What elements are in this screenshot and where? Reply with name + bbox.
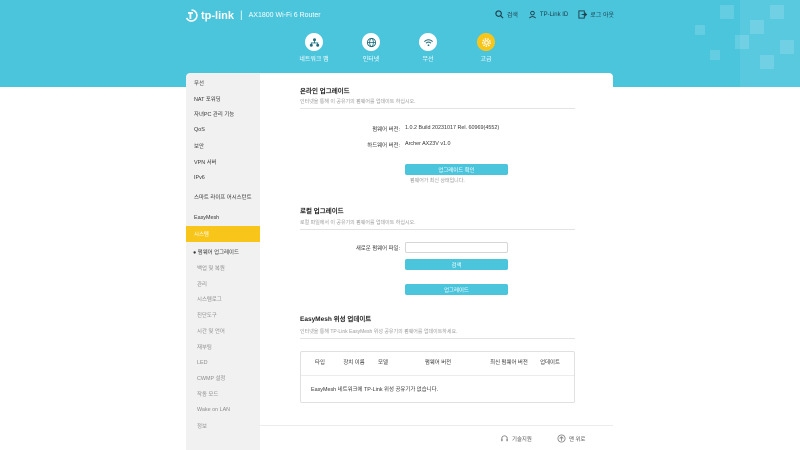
footer: 기술지원 맨 위로 bbox=[260, 425, 613, 450]
sidebar-subitem-system-log[interactable]: 시스템로그 bbox=[186, 292, 260, 308]
user-cloud-icon bbox=[528, 10, 536, 19]
sidebar-subitem-diagnostics[interactable]: 진단도구 bbox=[186, 307, 260, 323]
easymesh-update-title: EasyMesh 위성 업데이트 bbox=[300, 316, 372, 323]
check-upgrade-button[interactable]: 업그레이드 확인 bbox=[405, 164, 508, 175]
hardware-version-value: Archer AX23V v1.0 bbox=[405, 141, 451, 147]
column-header-firmware-version: 펌웨어 버전 bbox=[424, 360, 452, 367]
firmware-file-input[interactable] bbox=[405, 242, 508, 253]
sidebar-item-security[interactable]: 보안 bbox=[186, 138, 260, 154]
headset-icon bbox=[501, 435, 508, 442]
tplink-id-action[interactable]: TP-Link ID bbox=[528, 10, 568, 19]
column-header-device-name: 장치 이름 bbox=[343, 360, 365, 367]
router-model: AX1800 Wi-Fi 6 Router bbox=[248, 12, 321, 19]
sidebar-subitem-firmware-upgrade[interactable]: ● 펌웨어 업그레이드 bbox=[186, 244, 260, 260]
tplink-id-label: TP-Link ID bbox=[539, 11, 569, 18]
easymesh-update-desc: 인터넷을 통해 TP-Link EasyMesh 위성 공유기의 펌웨어를 업데… bbox=[300, 329, 458, 335]
sidebar-subitem-about[interactable]: 정보 bbox=[186, 418, 260, 434]
divider bbox=[300, 108, 575, 109]
browse-button[interactable]: 검색 bbox=[405, 259, 508, 270]
firmware-status-text: 펌웨어가 최신 상태입니다. bbox=[410, 178, 465, 184]
sidebar-item-system[interactable]: 시스템 bbox=[186, 226, 260, 243]
tplink-logo[interactable]: tp-link bbox=[185, 9, 234, 22]
new-firmware-file-label: 새로운 펌웨어 파일: bbox=[355, 246, 400, 252]
nav-label: 무선 bbox=[422, 57, 434, 63]
online-upgrade-desc: 인터넷을 통해 이 공유기의 펌웨어를 업데이트 하십시오. bbox=[300, 99, 416, 105]
sidebar-subitem-time-language[interactable]: 시간 및 언어 bbox=[186, 323, 260, 339]
local-upgrade-desc: 로컬 파일에서 이 공유기의 펌웨어를 업데이트 하십시오. bbox=[300, 220, 416, 226]
sidebar-item-wireless[interactable]: 무선 bbox=[186, 75, 260, 91]
arrow-up-circle-icon bbox=[557, 434, 566, 443]
column-header-model: 모델 bbox=[378, 360, 388, 367]
sidebar-subitem-reboot[interactable]: 재부팅 bbox=[186, 339, 260, 355]
logout-icon bbox=[578, 10, 588, 19]
divider bbox=[300, 338, 575, 339]
wifi-icon bbox=[419, 33, 437, 51]
sidebar-subitem-operation-mode[interactable]: 작동 모드 bbox=[186, 386, 260, 402]
sidebar-item-smart-life[interactable]: 스마트 라이프 어시스턴트 bbox=[186, 186, 260, 211]
tplink-logo-icon bbox=[185, 9, 198, 22]
nav-advanced[interactable]: 고급 bbox=[456, 33, 516, 63]
online-upgrade-title: 온라인 업그레이드 bbox=[300, 88, 350, 95]
search-label: 검색 bbox=[506, 13, 518, 19]
main-nav: 네트워크 맵 인터넷 무선 고급 bbox=[0, 33, 800, 73]
brand-separator: | bbox=[240, 10, 243, 21]
sidebar-item-nat-forwarding[interactable]: NAT 포워딩 bbox=[186, 91, 260, 107]
support-label: 기술지원 bbox=[512, 436, 532, 443]
table-empty-message: EasyMesh 네트워크에 TP-Link 위성 공유기가 없습니다. bbox=[311, 387, 439, 393]
column-header-latest-firmware: 최신 펌웨어 버전 bbox=[490, 360, 528, 367]
sidebar-subitem-backup-restore[interactable]: 백업 및 복원 bbox=[186, 260, 260, 276]
search-icon bbox=[495, 10, 504, 19]
search-action[interactable]: 검색 bbox=[495, 10, 518, 19]
sidebar-subitem-wake-on-lan[interactable]: Wake on LAN bbox=[186, 402, 260, 418]
sidebar-item-vpn-server[interactable]: VPN 서버 bbox=[186, 154, 260, 170]
gear-icon bbox=[477, 33, 495, 51]
network-map-icon bbox=[305, 33, 323, 51]
sidebar-item-parental-controls[interactable]: 자녀PC 관리 기능 bbox=[186, 107, 260, 123]
local-upgrade-title: 로컬 업그레이드 bbox=[300, 208, 344, 215]
support-link[interactable]: 기술지원 bbox=[500, 434, 532, 443]
top-actions: 검색 TP-Link ID 로그 아웃 bbox=[495, 10, 614, 19]
hardware-version-label: 하드웨어 버전: bbox=[367, 143, 400, 149]
nav-network-map[interactable]: 네트워크 맵 bbox=[284, 33, 344, 63]
nav-internet[interactable]: 인터넷 bbox=[341, 33, 401, 63]
sidebar-subitem-cwmp[interactable]: CWMP 설정 bbox=[186, 371, 260, 387]
brand-name: tp-link bbox=[201, 9, 234, 22]
logout-action[interactable]: 로그 아웃 bbox=[578, 10, 614, 19]
nav-label: 네트워크 맵 bbox=[299, 57, 329, 63]
sidebar-item-easymesh[interactable]: EasyMesh bbox=[186, 211, 260, 227]
globe-icon bbox=[362, 33, 380, 51]
column-header-update: 업데이트 bbox=[540, 360, 560, 367]
column-header-type: 타입 bbox=[315, 360, 325, 367]
upgrade-button[interactable]: 업그레이드 bbox=[405, 284, 508, 295]
divider bbox=[300, 229, 575, 230]
firmware-version-value: 1.0.2 Build 20231017 Rel. 60969(4552) bbox=[405, 125, 500, 131]
table-header: 타입 장치 이름 모델 펌웨어 버전 최신 펌웨어 버전 업데이트 bbox=[301, 352, 574, 376]
main-content: 온라인 업그레이드 인터넷을 통해 이 공유기의 펌웨어를 업데이트 하십시오.… bbox=[260, 73, 613, 425]
back-to-top-label: 맨 위로 bbox=[569, 436, 586, 443]
sidebar-subitem-administration[interactable]: 관리 bbox=[186, 276, 260, 292]
sidebar-item-ipv6[interactable]: IPv6 bbox=[186, 170, 260, 186]
brand: tp-link | AX1800 Wi-Fi 6 Router bbox=[185, 9, 321, 22]
nav-label: 고급 bbox=[480, 57, 492, 63]
firmware-version-label: 펌웨어 버전: bbox=[372, 127, 400, 133]
nav-label: 인터넷 bbox=[362, 57, 380, 63]
back-to-top-link[interactable]: 맨 위로 bbox=[557, 434, 585, 443]
nav-wireless[interactable]: 무선 bbox=[398, 33, 458, 63]
easymesh-device-table: 타입 장치 이름 모델 펌웨어 버전 최신 펌웨어 버전 업데이트 EasyMe… bbox=[300, 351, 575, 403]
sidebar-subitem-led[interactable]: LED bbox=[186, 355, 260, 371]
sidebar: 무선 NAT 포워딩 자녀PC 관리 기능 QoS 보안 VPN 서버 IPv6… bbox=[186, 73, 260, 450]
logout-label: 로그 아웃 bbox=[590, 13, 614, 19]
sidebar-item-qos[interactable]: QoS bbox=[186, 122, 260, 138]
